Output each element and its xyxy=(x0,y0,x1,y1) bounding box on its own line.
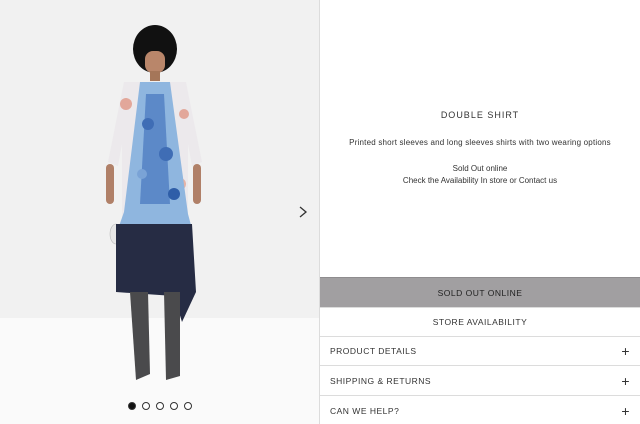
gallery-dot[interactable] xyxy=(141,402,150,410)
accordion-shipping-returns[interactable]: SHIPPING & RETURNS + xyxy=(320,366,640,396)
plus-icon: + xyxy=(621,403,630,419)
product-image-gallery[interactable] xyxy=(0,0,319,424)
product-title: DOUBLE SHIRT xyxy=(440,110,520,120)
accordion-label: CAN WE HELP? xyxy=(330,406,400,416)
accordion-label: SHIPPING & RETURNS xyxy=(330,375,432,386)
stock-status: Sold Out online xyxy=(452,164,508,173)
plus-icon: + xyxy=(621,372,630,389)
product-photo xyxy=(106,25,202,380)
product-description: Printed short sleeves and long sleeves s… xyxy=(349,138,611,147)
accordion-product-details[interactable]: PRODUCT DETAILS + xyxy=(320,336,640,366)
gallery-dot[interactable] xyxy=(127,402,136,410)
gallery-dot[interactable] xyxy=(183,402,192,410)
product-info-panel: DOUBLE SHIRT Printed short sleeves and l… xyxy=(320,0,640,276)
availability-contact-link[interactable]: Check the Availability In store or Conta… xyxy=(320,176,640,185)
sold-out-online-button[interactable]: SOLD OUT ONLINE xyxy=(320,277,640,307)
gallery-dot[interactable] xyxy=(155,402,164,410)
chevron-right-icon[interactable] xyxy=(296,204,310,220)
store-availability-button[interactable]: STORE AVAILABILITY xyxy=(320,307,640,337)
gallery-pagination xyxy=(0,402,319,410)
accordion-label: PRODUCT DETAILS xyxy=(330,345,417,356)
accordion-can-we-help[interactable]: CAN WE HELP? + xyxy=(320,396,640,424)
gallery-dot[interactable] xyxy=(169,402,178,410)
plus-icon: + xyxy=(621,342,630,359)
